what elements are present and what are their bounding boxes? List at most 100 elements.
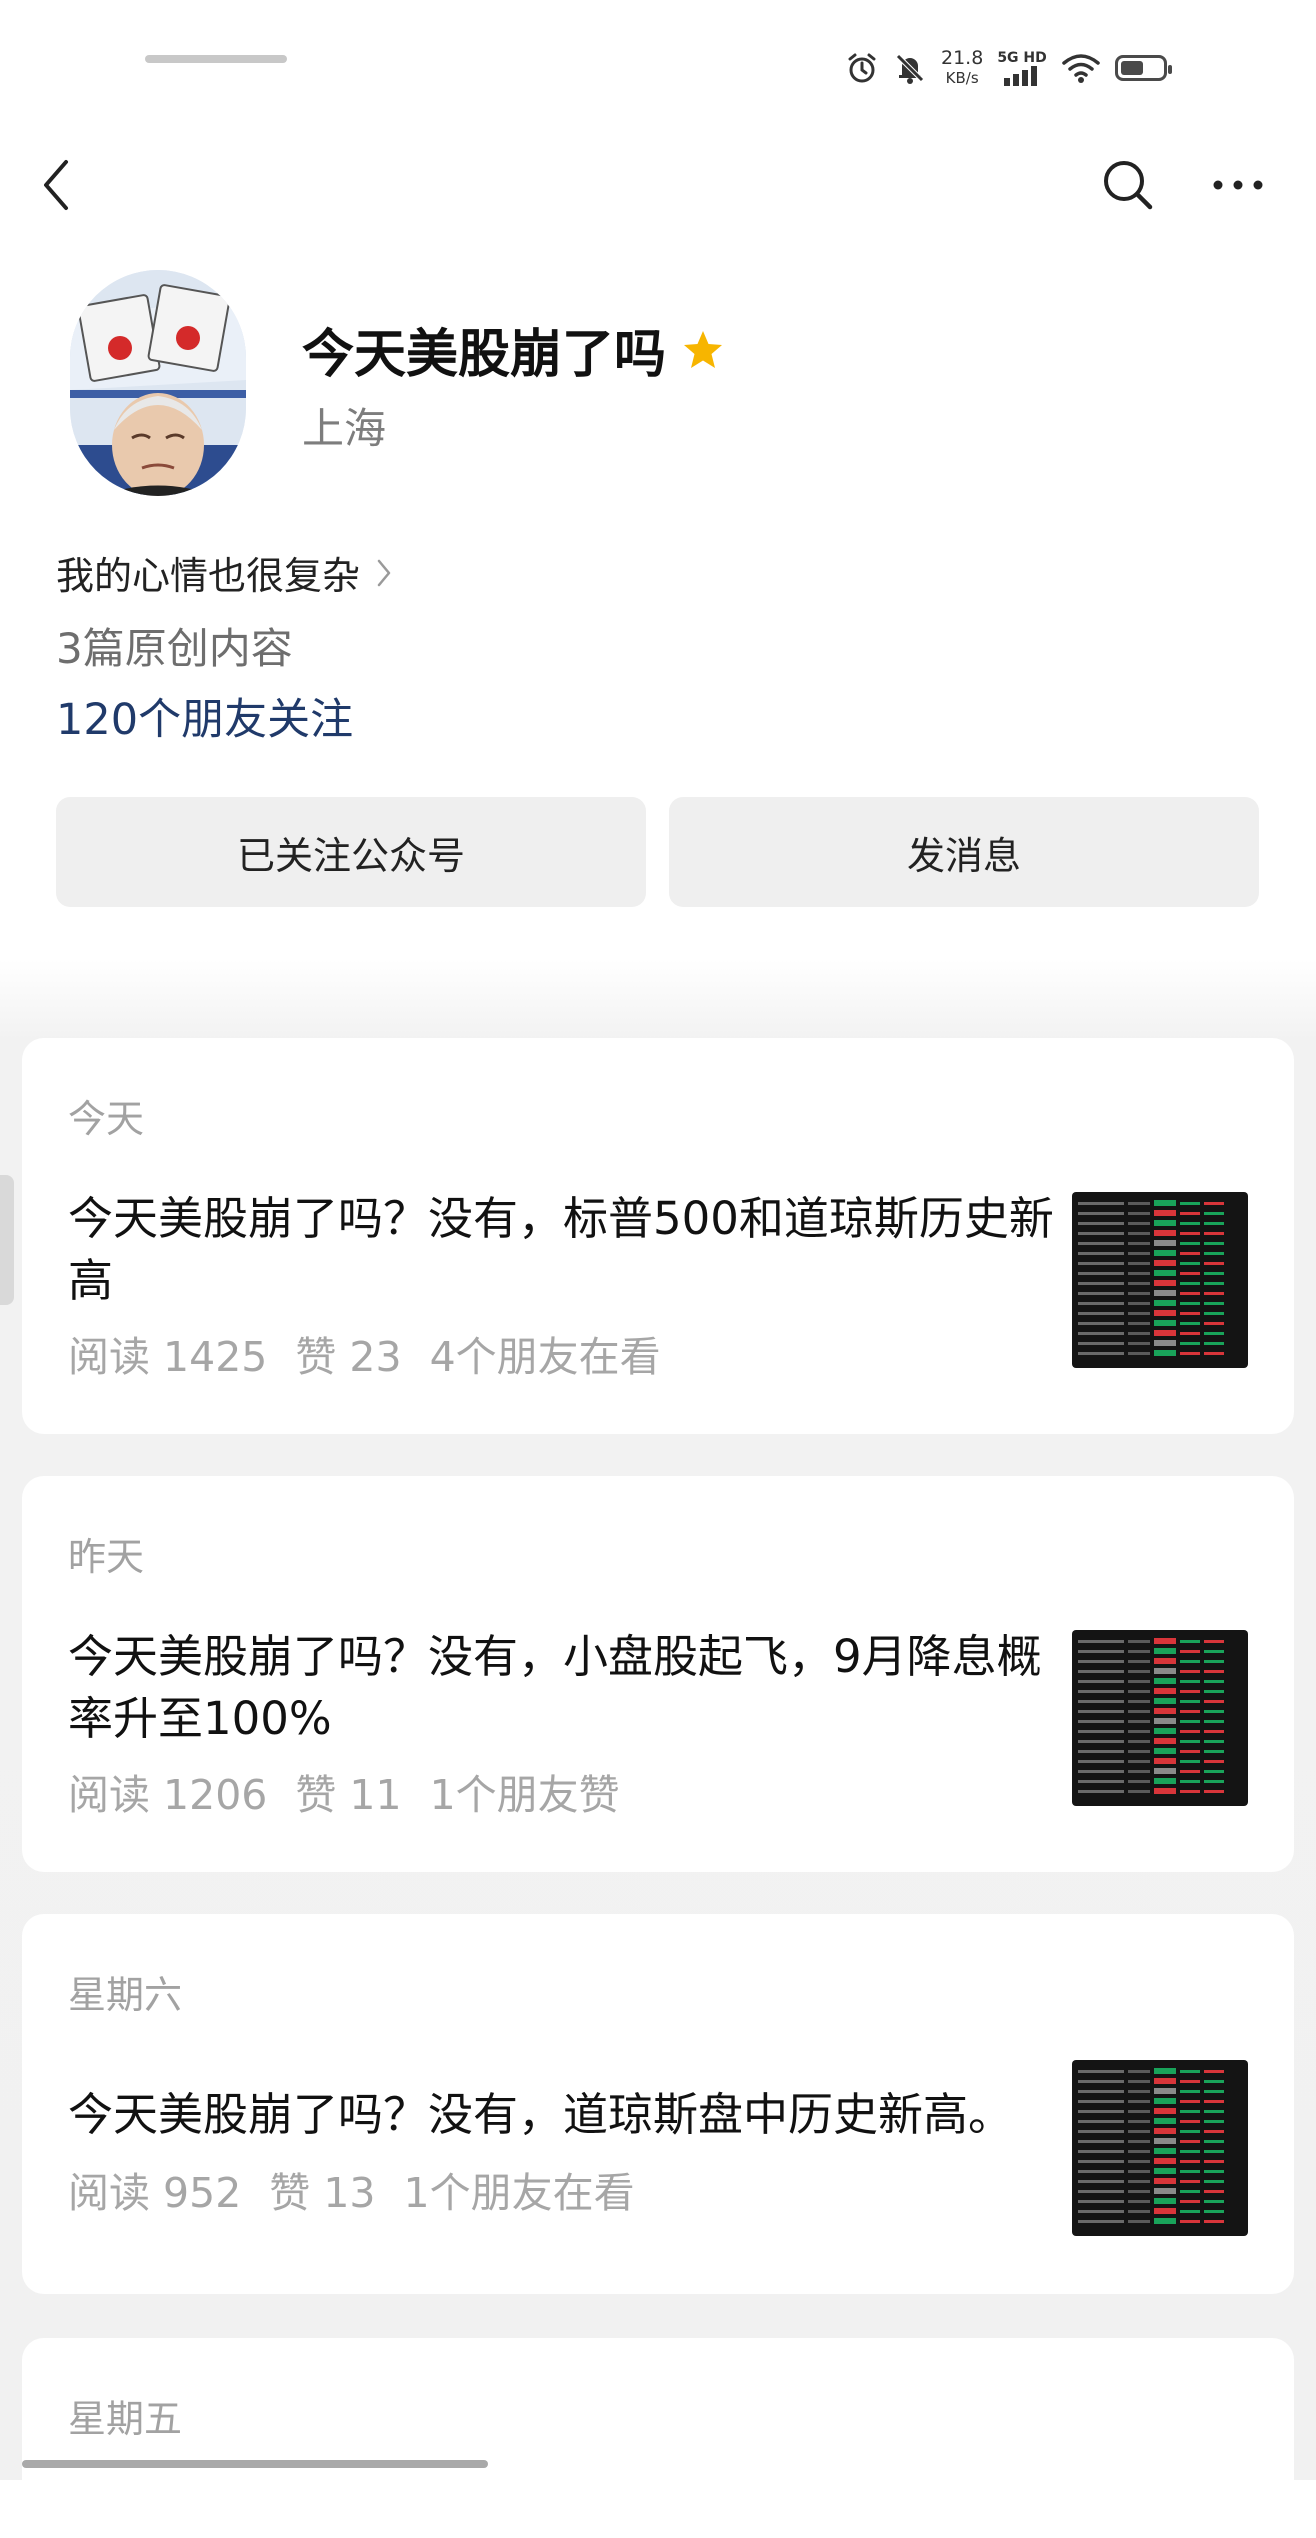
net-speed-unit: KB/s [945,69,979,87]
thumbnail-table-row [1078,1200,1242,1206]
thumbnail-table-row [1078,2128,1242,2134]
thumbnail-table-row [1078,2068,1242,2074]
thumbnail-table-row [1078,1290,1242,1296]
thumbnail-table-row [1078,1788,1242,1794]
thumbnail-table-row [1078,2168,1242,2174]
thumbnail-table-row [1078,1738,1242,1744]
account-name: 今天美股崩了吗 [302,325,667,385]
more-button[interactable] [1200,150,1276,220]
thumbnail-table-row [1078,1768,1242,1774]
article-card[interactable]: 星期六 今天美股崩了吗？没有，道琼斯盘中历史新高。 阅读 952 赞 13 1个朋友… [22,1914,1294,2294]
article-thumbnail[interactable] [1072,1192,1248,1368]
thumbnail-table-row [1078,1270,1242,1276]
mute-bell-icon [896,54,924,84]
article-likes: 赞 23 [295,1333,402,1381]
article-meta: 阅读 1206 赞 11 1个朋友赞 [68,1761,648,1821]
back-button[interactable] [28,150,84,220]
thumbnail-table-row [1078,1280,1242,1286]
article-friends: 1个朋友在看 [403,2169,635,2217]
thumbnail-table-row [1078,1230,1242,1236]
article-title[interactable]: 今天美股崩了吗？没有，标普500和道琼斯历史新高 [68,1188,1058,1312]
article-card[interactable]: 星期五 [22,2338,1294,2538]
original-posts-count: 3篇原创内容 [56,624,293,673]
article-date: 昨天 [68,1535,145,1579]
thumbnail-table-row [1078,1648,1242,1654]
thumbnail-table-row [1078,1210,1242,1216]
thumbnail-table-row [1078,1310,1242,1316]
thumbnail-table-row [1078,2148,1242,2154]
thumbnail-table-row [1078,2118,1242,2124]
article-likes: 赞 11 [295,1771,402,1819]
thumbnail-table-row [1078,1320,1242,1326]
article-thumbnail[interactable] [1072,2060,1248,2236]
home-indicator[interactable] [22,2460,488,2468]
thumbnail-table-row [1078,2078,1242,2084]
article-card[interactable]: 今天 今天美股崩了吗？没有，标普500和道琼斯历史新高 阅读 1425 赞 23 4… [22,1038,1294,1434]
search-icon [1104,161,1153,210]
article-date: 星期五 [68,2397,183,2441]
thumbnail-table-row [1078,1220,1242,1226]
thumbnail-table-row [1078,1250,1242,1256]
thumbnail-table-row [1078,2158,1242,2164]
signal-bars-icon [1004,66,1038,86]
bio-text: 我的心情也很复杂 [56,554,361,598]
thumbnail-table-row [1078,2198,1242,2204]
friends-following-link[interactable]: 120个朋友关注 [56,685,353,747]
article-meta: 阅读 1425 赞 23 4个朋友在看 [68,1323,689,1383]
status-bar: 21.8 KB/s 5G HD [0,0,1316,130]
chevron-right-icon [377,559,391,586]
edge-swipe-handle[interactable] [0,1175,14,1305]
thumbnail-table-row [1078,1260,1242,1266]
article-likes: 赞 13 [269,2169,376,2217]
article-reads: 阅读 1425 [68,1333,268,1381]
article-friends: 1个朋友赞 [429,1771,620,1819]
thumbnail-table-row [1078,2188,1242,2194]
window-drag-handle[interactable] [145,55,287,63]
thumbnail-table-row [1078,1708,1242,1714]
article-date: 星期六 [68,1973,183,2017]
bio-row[interactable]: 我的心情也很复杂 [56,545,392,600]
article-thumbnail[interactable] [1072,1630,1248,1806]
network-speed: 21.8 KB/s [941,48,983,88]
battery-level [1120,61,1143,75]
chevron-left-icon [44,160,68,210]
signal-label: 5G HD [997,50,1047,66]
article-reads: 阅读 952 [68,2169,242,2217]
thumbnail-table-row [1078,1728,1242,1734]
account-avatar[interactable] [70,270,246,496]
account-location: 上海 [302,404,387,453]
thumbnail-table-row [1078,1330,1242,1336]
battery-icon [1114,55,1172,81]
thumbnail-table-row [1078,2088,1242,2094]
thumbnail-table-row [1078,1688,1242,1694]
thumbnail-table-row [1078,1300,1242,1306]
wifi-icon [1062,54,1100,83]
thumbnail-table-row [1078,2098,1242,2104]
thumbnail-table-row [1078,2208,1242,2214]
article-friends: 4个朋友在看 [429,1333,661,1381]
thumbnail-table-row [1078,2138,1242,2144]
thumbnail-table-row [1078,1698,1242,1704]
thumbnail-table-row [1078,2108,1242,2114]
article-date: 今天 [68,1097,145,1141]
account-name-row: 今天美股崩了吗 [302,312,724,387]
star-icon [684,330,723,368]
thumbnail-table-row [1078,1240,1242,1246]
send-message-button[interactable]: 发消息 [669,797,1259,907]
thumbnail-table-row [1078,1758,1242,1764]
thumbnail-table-row [1078,1340,1242,1346]
thumbnail-table-row [1078,2178,1242,2184]
article-title[interactable]: 今天美股崩了吗？没有，道琼斯盘中历史新高。 [68,2084,1058,2146]
status-icons: 21.8 KB/s 5G HD [845,44,1172,92]
search-button[interactable] [1090,150,1166,220]
thumbnail-table-row [1078,2218,1242,2224]
thumbnail-table-row [1078,1678,1242,1684]
net-speed-value: 21.8 [941,47,984,69]
followed-account-button[interactable]: 已关注公众号 [56,797,646,907]
article-title[interactable]: 今天美股崩了吗？没有，小盘股起飞，9月降息概率升至100% [68,1626,1058,1750]
thumbnail-table-row [1078,1718,1242,1724]
thumbnail-table-row [1078,1638,1242,1644]
article-card[interactable]: 昨天 今天美股崩了吗？没有，小盘股起飞，9月降息概率升至100% 阅读 1206… [22,1476,1294,1872]
thumbnail-table-row [1078,1748,1242,1754]
more-dots-icon [1213,180,1263,190]
